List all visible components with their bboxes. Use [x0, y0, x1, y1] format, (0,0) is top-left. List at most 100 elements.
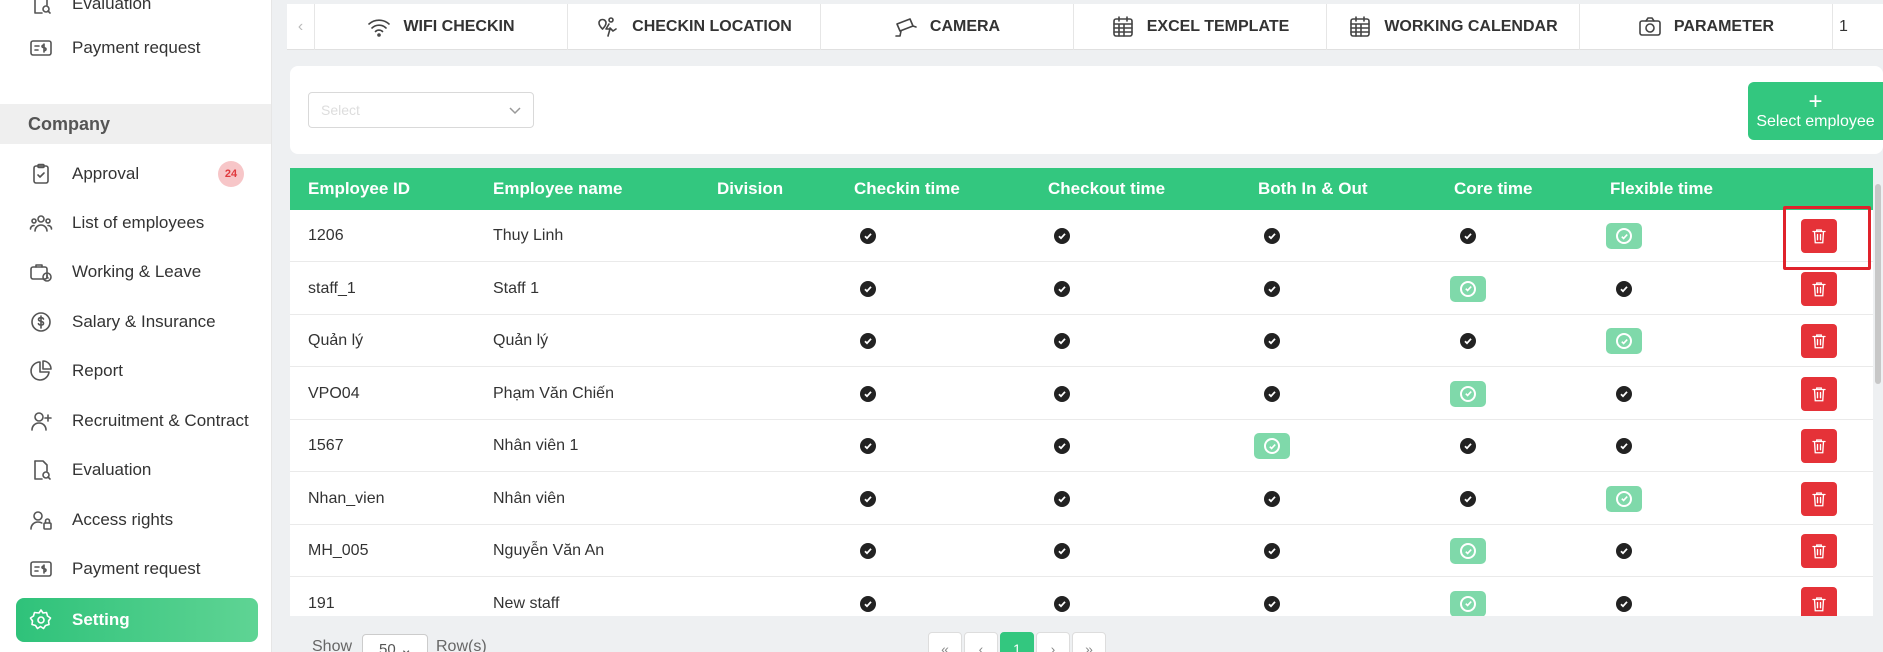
- check-circle-icon[interactable]: [860, 490, 876, 507]
- tab-checkin-location[interactable]: CHECKIN LOCATION: [568, 4, 821, 50]
- page-scrollbar[interactable]: [1875, 184, 1881, 384]
- tab-scroll-left-button[interactable]: ‹: [287, 4, 315, 50]
- check-circle-icon[interactable]: [1264, 385, 1280, 402]
- check-circle-icon[interactable]: [1054, 333, 1070, 349]
- selected-check-toggle[interactable]: [1606, 223, 1642, 249]
- page-button-current[interactable]: 1: [1000, 632, 1034, 652]
- check-circle-icon[interactable]: [1460, 490, 1476, 507]
- selected-check-toggle[interactable]: [1606, 328, 1642, 354]
- check-circle-icon[interactable]: [1264, 543, 1280, 559]
- check-circle-icon[interactable]: [1054, 438, 1070, 454]
- check-circle-icon[interactable]: [1264, 490, 1280, 507]
- table-row[interactable]: VPO04 Phạm Văn Chiến: [290, 368, 1873, 420]
- check-circle-icon[interactable]: [1054, 490, 1070, 507]
- check-circle-icon[interactable]: [1054, 228, 1070, 244]
- sidebar-item-working-leave[interactable]: Working & Leave: [16, 250, 258, 294]
- sidebar-item-evaluation[interactable]: Evaluation: [16, 448, 258, 492]
- division-select[interactable]: Select: [308, 92, 534, 128]
- table-row[interactable]: 191 New staff: [290, 578, 1873, 616]
- selected-check-toggle[interactable]: [1450, 590, 1486, 616]
- prev-page-button[interactable]: ‹: [964, 632, 998, 652]
- column-header: Both In & Out: [1258, 179, 1368, 198]
- sidebar-item-top-0[interactable]: Evaluation: [16, 0, 258, 26]
- table-row[interactable]: 1206 Thuy Linh: [290, 210, 1873, 262]
- check-circle-icon[interactable]: [1264, 595, 1280, 612]
- sidebar-item-recruitment-contract[interactable]: Recruitment & Contract: [16, 399, 258, 443]
- check-circle-icon[interactable]: [1460, 333, 1476, 349]
- check-circle-icon[interactable]: [1616, 438, 1632, 454]
- sidebar-item-payment-request[interactable]: Payment request: [16, 547, 258, 591]
- page-size-select[interactable]: 50 ⌄: [362, 634, 428, 652]
- sidebar-item-salary-insurance[interactable]: Salary & Insurance: [16, 300, 258, 344]
- table-row[interactable]: Nhan_vien Nhân viên: [290, 473, 1873, 525]
- sidebar-item-setting[interactable]: Setting: [16, 598, 258, 642]
- delete-button[interactable]: [1801, 271, 1837, 306]
- delete-button[interactable]: [1801, 376, 1837, 411]
- check-circle-icon[interactable]: [1460, 438, 1476, 454]
- tab-excel-template[interactable]: EXCEL TEMPLATE: [1074, 4, 1327, 50]
- sidebar-item-approval[interactable]: Approval 24: [16, 152, 258, 196]
- tab-camera[interactable]: CAMERA: [821, 4, 1074, 50]
- selected-check-toggle[interactable]: [1450, 275, 1486, 302]
- sidebar-item-label: Access rights: [72, 510, 174, 529]
- selected-check-toggle[interactable]: [1450, 538, 1486, 564]
- check-circle-icon[interactable]: [1616, 543, 1632, 559]
- check-circle-icon[interactable]: [860, 385, 876, 402]
- trash-icon: [1810, 332, 1828, 350]
- selected-check-toggle[interactable]: [1606, 485, 1642, 512]
- check-circle-icon[interactable]: [860, 438, 876, 454]
- check-circle-icon[interactable]: [860, 228, 876, 244]
- check-circle-icon[interactable]: [860, 333, 876, 349]
- tab-label: PARAMETER: [1673, 18, 1775, 35]
- tab-overflow[interactable]: 1: [1833, 4, 1877, 50]
- first-page-button[interactable]: «: [928, 632, 962, 652]
- delete-button[interactable]: [1801, 586, 1837, 616]
- check-circle-icon[interactable]: [1054, 385, 1070, 402]
- sidebar-item-list-of-employees[interactable]: List of employees: [16, 201, 258, 245]
- check-circle-icon[interactable]: [1054, 280, 1070, 297]
- delete-button[interactable]: [1801, 481, 1837, 516]
- tab-working-calendar[interactable]: WORKING CALENDAR: [1327, 4, 1580, 50]
- check-circle-icon: [1460, 280, 1476, 297]
- check-circle-icon[interactable]: [1264, 333, 1280, 349]
- check-circle-icon[interactable]: [1616, 385, 1632, 402]
- check-circle-icon[interactable]: [860, 280, 876, 297]
- delete-button[interactable]: [1801, 534, 1837, 568]
- delete-button[interactable]: [1801, 324, 1837, 358]
- sidebar-item-label: Approval: [72, 164, 140, 183]
- table-row[interactable]: 1567 Nhân viên 1: [290, 420, 1873, 472]
- table-row[interactable]: staff_1 Staff 1: [290, 263, 1873, 315]
- last-page-button[interactable]: »: [1072, 632, 1106, 652]
- trash-icon: [1810, 595, 1828, 613]
- table-row[interactable]: Quản lý Quản lý: [290, 315, 1873, 367]
- settings-tab-bar: ‹ WIFI CHECKIN CHECKIN LOCATION CAMERA EXCE…: [287, 4, 1883, 50]
- check-circle-icon[interactable]: [1264, 280, 1280, 297]
- check-circle-icon[interactable]: [1616, 595, 1632, 612]
- table-row[interactable]: MH_005 Nguyễn Văn An: [290, 525, 1873, 577]
- sidebar-item-top-1[interactable]: Payment request: [16, 26, 258, 70]
- check-circle-icon[interactable]: [1054, 543, 1070, 559]
- tab-wifi-checkin[interactable]: WIFI CHECKIN: [315, 4, 568, 50]
- tab-parameter[interactable]: PARAMETER: [1580, 4, 1833, 50]
- sidebar-item-report[interactable]: Report: [16, 349, 258, 393]
- selected-check-toggle[interactable]: [1450, 380, 1486, 407]
- check-circle-icon[interactable]: [1264, 228, 1280, 244]
- flag-cell: [1264, 263, 1280, 315]
- evaluation-icon: [28, 0, 54, 17]
- check-circle-icon[interactable]: [1616, 280, 1632, 297]
- clipboard-check-icon: [28, 161, 54, 187]
- check-circle-icon[interactable]: [1054, 595, 1070, 612]
- action-cell: [1801, 263, 1837, 315]
- select-employee-button[interactable]: + Select employee: [1748, 82, 1883, 140]
- flag-cell: [1264, 525, 1280, 577]
- sidebar-item-access-rights[interactable]: Access rights: [16, 498, 258, 542]
- next-page-button[interactable]: ›: [1036, 632, 1070, 652]
- selected-check-toggle[interactable]: [1254, 433, 1290, 459]
- delete-button[interactable]: [1801, 429, 1837, 463]
- check-circle-icon[interactable]: [860, 543, 876, 559]
- check-circle-icon[interactable]: [860, 595, 876, 612]
- plus-icon: +: [1808, 88, 1823, 115]
- check-circle-icon[interactable]: [1460, 228, 1476, 244]
- sidebar-item-label: Payment request: [72, 38, 201, 57]
- evaluation-icon: [28, 457, 54, 483]
